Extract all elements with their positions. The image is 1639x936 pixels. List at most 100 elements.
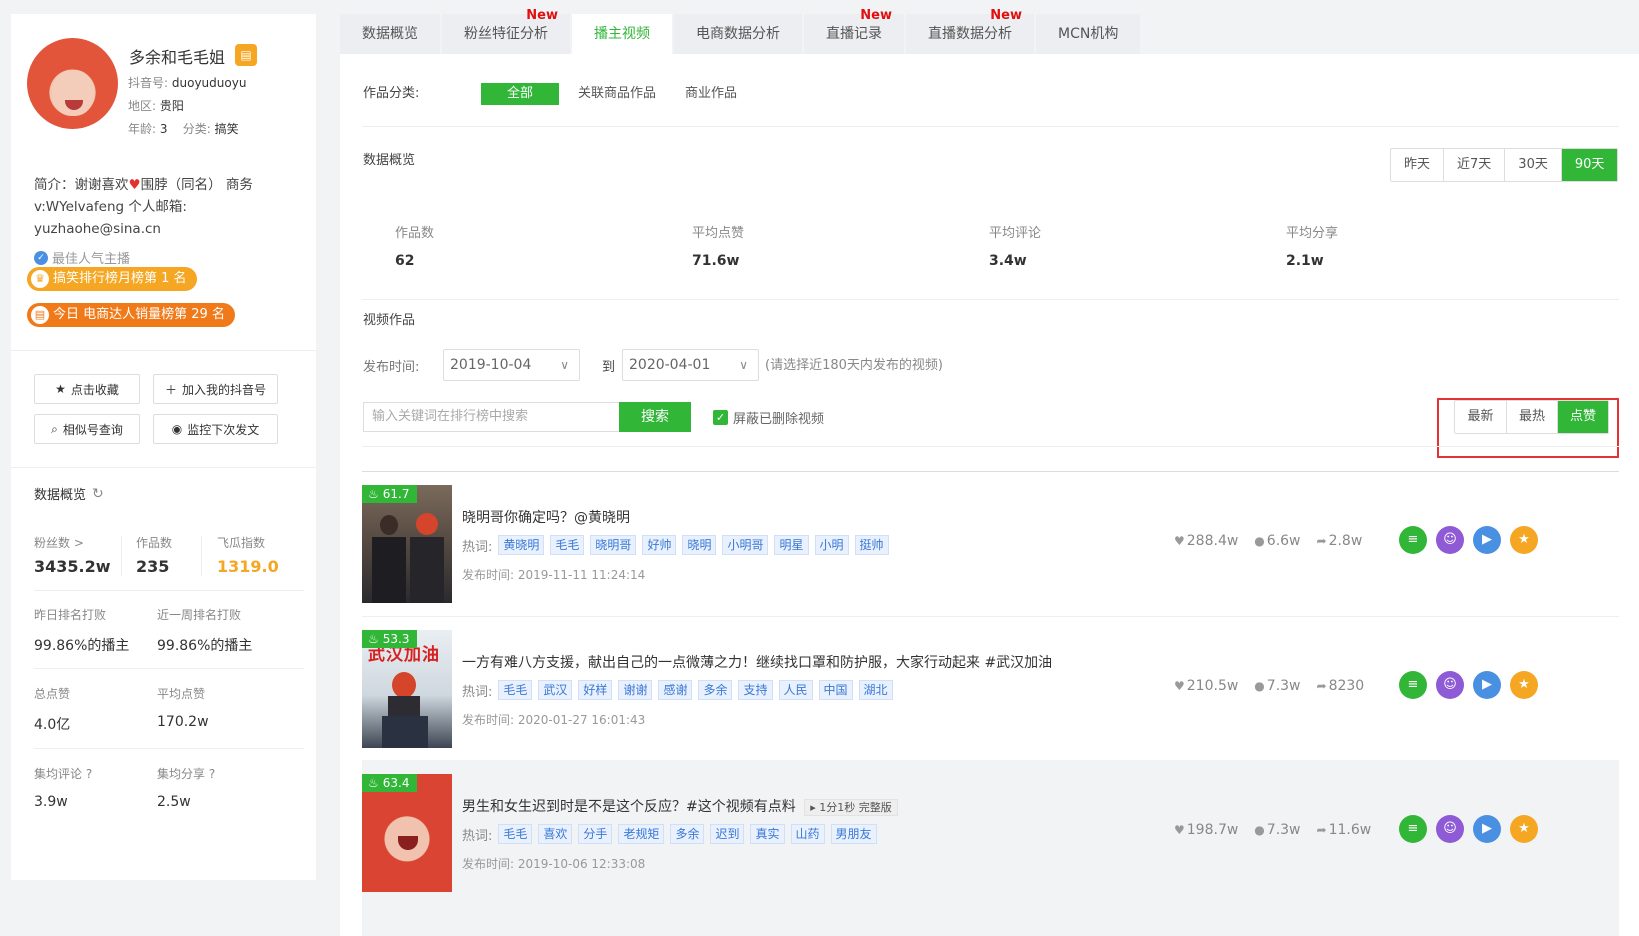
overview-avg-shares: 平均分享 2.1w	[1286, 222, 1338, 269]
audience-icon[interactable]: ☺	[1436, 526, 1464, 554]
avatar[interactable]	[27, 38, 118, 129]
hot-word-tag[interactable]: 毛毛	[550, 535, 585, 555]
video-title[interactable]: 男生和女生迟到时是不是这个反应？#这个视频有点料 ▸ 1分1秒 完整版	[462, 796, 898, 816]
tab-fans-analysis[interactable]: 粉丝特征分析 New	[442, 8, 570, 54]
index-stat: 飞瓜指数 1319.0	[217, 534, 279, 576]
video-row[interactable]: ♨ 63.4 男生和女生迟到时是不是这个反应？#这个视频有点料 ▸ 1分1秒 完整…	[362, 760, 1619, 936]
hot-word-tag[interactable]: 谢谢	[618, 680, 653, 700]
hot-word-tag[interactable]: 毛毛	[498, 824, 533, 844]
sort-likes[interactable]: 点赞	[1557, 401, 1608, 433]
hot-word-tag[interactable]: 感谢	[658, 680, 693, 700]
total-likes-label: 总点赞	[34, 687, 71, 701]
shop-icon[interactable]: ▤	[235, 44, 257, 66]
end-date-picker[interactable]: 2020-04-01 ∨	[622, 349, 759, 381]
video-title[interactable]: 晓明哥你确定吗？@黄晓明	[462, 507, 630, 527]
avg-comments-label[interactable]: 集均评论 ?	[34, 765, 92, 782]
intro-line1-a: 简介：谢谢喜欢	[34, 177, 129, 193]
share-icon: ➦	[1316, 534, 1327, 548]
hot-word-tag[interactable]: 老规矩	[618, 824, 665, 844]
hot-word-tag[interactable]: 分手	[578, 824, 613, 844]
tab-ecommerce[interactable]: 电商数据分析	[674, 14, 802, 54]
hot-word-tag[interactable]: 湖北	[858, 680, 893, 700]
hot-word-tag[interactable]: 黄晓明	[498, 535, 545, 555]
hot-word-tag[interactable]: 多余	[698, 680, 733, 700]
hot-word-tag[interactable]: 好帅	[642, 535, 677, 555]
hot-word-tag[interactable]: 好样	[578, 680, 613, 700]
refresh-icon[interactable]: ↻	[92, 486, 104, 502]
period-90days[interactable]: 90天	[1560, 149, 1618, 181]
avg-comments-stat: 集均评论 ? 3.9w	[34, 765, 92, 810]
hot-word-tag[interactable]: 武汉	[538, 680, 573, 700]
hot-word-tag[interactable]: 小明哥	[722, 535, 769, 555]
hot-word-tag[interactable]: 喜欢	[538, 824, 573, 844]
hide-deleted-checkbox[interactable]: ✓	[713, 410, 728, 425]
start-date-picker[interactable]: 2019-10-04 ∨	[443, 349, 580, 381]
rank-badge-monthly-text: 搞笑排行榜月榜第 1 名	[53, 271, 187, 286]
video-row[interactable]: ♨ 61.7 晓明哥你确定吗？@黄晓明 热词: 黄晓明 毛毛 晓明哥 好帅 晓明 …	[362, 471, 1619, 616]
favorite-star-icon[interactable]: ★	[1510, 815, 1538, 843]
audience-icon[interactable]: ☺	[1436, 815, 1464, 843]
play-icon[interactable]: ▶	[1473, 815, 1501, 843]
hot-word-tag[interactable]: 多余	[670, 824, 705, 844]
play-icon[interactable]: ▶	[1473, 671, 1501, 699]
video-score-badge: ♨ 53.3	[362, 630, 418, 648]
add-account-button[interactable]: ＋ 加入我的抖音号	[153, 374, 278, 404]
play-icon[interactable]: ▶	[1473, 526, 1501, 554]
period-yesterday[interactable]: 昨天	[1391, 149, 1443, 181]
tab-mcn[interactable]: MCN机构	[1036, 14, 1141, 54]
hot-word-tag[interactable]: 男朋友	[830, 824, 877, 844]
likes-metric: ♥ 288.4w	[1174, 533, 1238, 549]
video-row[interactable]: 武汉加油 ♨ 53.3 一方有难八方支援，献出自己的一点微薄之力！继续找口罩和防护…	[362, 616, 1619, 761]
keyword-search-input[interactable]: 输入关键词在排行榜中搜索	[363, 402, 619, 432]
overview-avg-likes-value: 71.6w	[692, 253, 740, 269]
rank-badge-sales[interactable]: ▤ 今日 电商达人销量榜第 29 名	[27, 303, 235, 327]
tab-live-analysis[interactable]: 直播数据分析 New	[906, 8, 1034, 54]
period-7days[interactable]: 近7天	[1443, 149, 1504, 181]
similar-search-button[interactable]: ⌕ 相似号查询	[34, 414, 140, 444]
hot-word-tag[interactable]: 中国	[818, 680, 853, 700]
hot-word-tag[interactable]: 晓明哥	[590, 535, 637, 555]
hot-word-tag[interactable]: 小明	[814, 535, 849, 555]
hot-words-label: 热词:	[462, 684, 493, 700]
favorite-star-icon[interactable]: ★	[1510, 526, 1538, 554]
video-thumbnail[interactable]: ♨ 63.4	[362, 774, 452, 892]
favorite-star-icon[interactable]: ★	[1510, 671, 1538, 699]
video-thumbnail[interactable]: 武汉加油 ♨ 53.3	[362, 630, 452, 748]
fans-stat[interactable]: 粉丝数 > 3435.2w	[34, 534, 111, 576]
detail-icon[interactable]: ≡	[1399, 526, 1427, 554]
tab-live-records[interactable]: 直播记录 New	[804, 8, 904, 54]
shares-metric: ➦ 8230	[1317, 678, 1365, 694]
hot-word-tag[interactable]: 真实	[750, 824, 785, 844]
monitor-button[interactable]: ◉ 监控下次发文	[153, 414, 278, 444]
avg-shares-label[interactable]: 集均分享 ?	[157, 765, 215, 782]
hot-word-tag[interactable]: 支持	[738, 680, 773, 700]
sort-hottest[interactable]: 最热	[1506, 401, 1557, 433]
video-title[interactable]: 一方有难八方支援，献出自己的一点微薄之力！继续找口罩和防护服，大家行动起来 #武…	[462, 652, 1052, 672]
detail-icon[interactable]: ≡	[1399, 815, 1427, 843]
hot-word-tag[interactable]: 人民	[778, 680, 813, 700]
detail-icon[interactable]: ≡	[1399, 671, 1427, 699]
hot-word-tag[interactable]: 明星	[774, 535, 809, 555]
shares-metric: ➦ 11.6w	[1317, 822, 1372, 838]
category-related-button[interactable]: 关联商品作品	[578, 83, 656, 105]
rank-badge-monthly[interactable]: ♛ 搞笑排行榜月榜第 1 名	[27, 267, 197, 291]
favorite-button[interactable]: ★ 点击收藏	[34, 374, 140, 404]
category-all-button[interactable]: 全部	[481, 83, 560, 105]
hot-word-tag[interactable]: 晓明	[682, 535, 717, 555]
hot-word-tag[interactable]: 迟到	[710, 824, 745, 844]
hot-word-tag[interactable]: 毛毛	[498, 680, 533, 700]
search-button[interactable]: 搜索	[619, 402, 691, 432]
video-thumbnail[interactable]: ♨ 61.7	[362, 485, 452, 603]
hot-words: 热词: 毛毛 武汉 好样 谢谢 感谢 多余 支持 人民 中国 湖北	[462, 680, 893, 700]
index-value: 1319.0	[217, 557, 279, 576]
category-commercial-button[interactable]: 商业作品	[685, 83, 737, 105]
tab-label: 数据概览	[362, 26, 418, 42]
tab-data-overview[interactable]: 数据概览	[340, 14, 440, 54]
period-30days[interactable]: 30天	[1504, 149, 1561, 181]
hot-word-tag[interactable]: 山药	[790, 824, 825, 844]
sort-latest[interactable]: 最新	[1455, 401, 1506, 433]
tab-videos[interactable]: 播主视频	[572, 14, 672, 54]
shares-value: 8230	[1328, 678, 1365, 694]
hot-word-tag[interactable]: 挺帅	[854, 535, 889, 555]
audience-icon[interactable]: ☺	[1436, 671, 1464, 699]
